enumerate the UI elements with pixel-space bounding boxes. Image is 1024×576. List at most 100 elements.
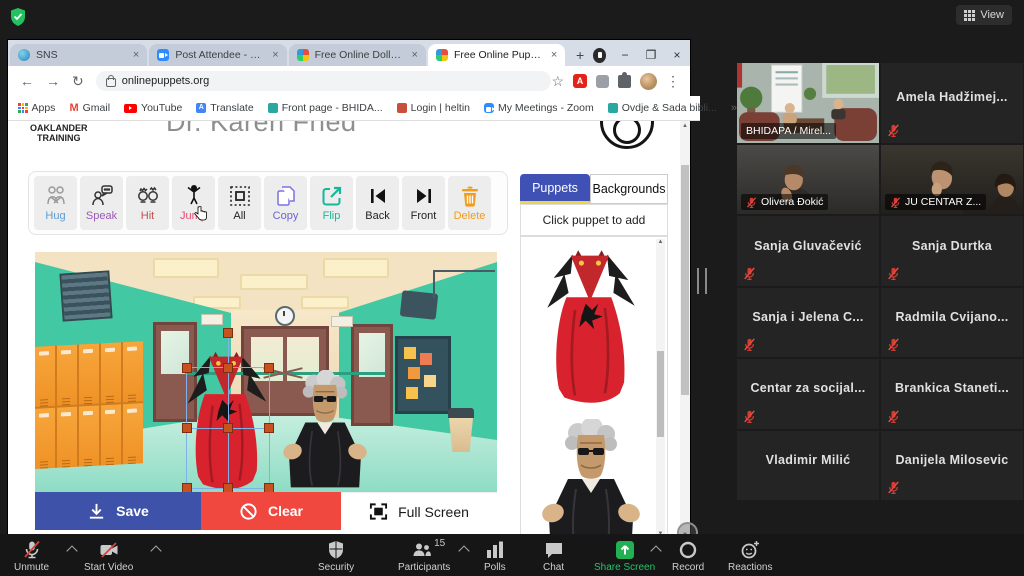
page-title: Dr. Karen Fried	[166, 121, 357, 138]
jump-button[interactable]: Jump	[172, 176, 215, 230]
resize-handle[interactable]	[223, 363, 233, 373]
start-video-button[interactable]: Start Video	[84, 540, 133, 573]
devil-puppet-thumbnail[interactable]	[543, 245, 639, 407]
panel-resize-handle[interactable]	[697, 268, 707, 294]
forward-nav-icon[interactable]: →	[46, 73, 60, 89]
media-control-icon[interactable]	[593, 48, 606, 63]
participant-tile[interactable]: Sanja Durtka	[881, 216, 1023, 285]
delete-button[interactable]: Delete	[448, 176, 491, 230]
audio-options-caret[interactable]	[66, 545, 77, 556]
security-button[interactable]: Security	[318, 540, 354, 573]
participant-tile[interactable]: Vladimir Milić	[737, 431, 879, 500]
puppet-list: ▲ ▼	[520, 236, 668, 540]
participant-tile[interactable]: Sanja i Jelena C...	[737, 288, 879, 357]
resize-handle[interactable]	[264, 483, 274, 492]
bookmark-gmail[interactable]: MGmail	[69, 102, 110, 114]
professor-puppet-thumbnail[interactable]	[535, 419, 647, 540]
scroll-up-icon[interactable]: ▲	[682, 123, 688, 129]
extensions-puzzle-icon[interactable]	[618, 75, 631, 88]
professor-puppet[interactable]	[278, 370, 372, 492]
view-button[interactable]: View	[956, 5, 1012, 25]
extension-icon[interactable]	[596, 75, 609, 88]
bookmark-star-icon[interactable]: ☆	[551, 73, 564, 90]
pdf-extension-icon[interactable]: A	[573, 74, 587, 88]
share-screen-button[interactable]: Share Screen	[594, 540, 655, 573]
participant-tile[interactable]: Olivera Đokić	[737, 145, 879, 214]
puppets-favicon	[436, 49, 448, 61]
bookmark-front-page-bhida[interactable]: Front page - BHIDA...	[268, 102, 383, 114]
participants-options-caret[interactable]	[458, 545, 469, 556]
flip-button[interactable]: Flip	[310, 176, 353, 230]
participant-tile[interactable]: Brankica Staneti...	[881, 359, 1023, 428]
select-all-button[interactable]: All	[218, 176, 261, 230]
front-button[interactable]: Front	[402, 176, 445, 230]
puppet-stage-canvas[interactable]	[35, 252, 497, 492]
fullscreen-button[interactable]: Full Screen	[341, 492, 497, 530]
participant-tile[interactable]: Amela Hadžimej...	[881, 63, 1023, 143]
rotate-handle[interactable]	[223, 328, 233, 338]
participant-tile[interactable]: JU CENTAR Z...	[881, 145, 1023, 214]
unmute-button[interactable]: Unmute	[14, 540, 49, 573]
bookmark-translate[interactable]: ATranslate	[196, 102, 253, 114]
resize-handle[interactable]	[182, 483, 192, 492]
scrollbar-thumb[interactable]	[681, 165, 689, 395]
hit-button[interactable]: Hit	[126, 176, 169, 230]
back-button[interactable]: Back	[356, 176, 399, 230]
puppet-list-scrollbar[interactable]: ▲ ▼	[656, 239, 665, 537]
participants-button[interactable]: 15 Participants	[398, 540, 450, 573]
participants-icon	[412, 540, 432, 560]
tab-free-online-dollhouse[interactable]: Free Online Dollhouse ×	[289, 44, 426, 66]
participant-tile[interactable]: Danijela Milosevic	[881, 431, 1023, 500]
video-options-caret[interactable]	[150, 545, 161, 556]
bookmark-youtube[interactable]: YouTube	[124, 102, 182, 114]
bookmark-apps[interactable]: Apps	[18, 102, 55, 114]
new-tab-button[interactable]: +	[571, 45, 589, 65]
tab-close-icon[interactable]: ×	[551, 49, 557, 61]
close-button[interactable]: ×	[664, 44, 690, 66]
hug-button[interactable]: Hug	[34, 176, 77, 230]
participant-tile[interactable]: Radmila Cvijano...	[881, 288, 1023, 357]
tab-backgrounds[interactable]: Backgrounds	[590, 174, 668, 204]
resize-handle[interactable]	[264, 363, 274, 373]
tab-sns[interactable]: SNS ×	[10, 44, 147, 66]
speak-button[interactable]: Speak	[80, 176, 123, 230]
trash-can	[447, 408, 475, 454]
tab-post-attendee-zoom[interactable]: Post Attendee - Zoom ×	[149, 44, 286, 66]
scroll-up-icon[interactable]: ▲	[658, 239, 664, 245]
participant-tile[interactable]: Centar za socijal...	[737, 359, 879, 428]
sns-favicon	[18, 49, 30, 61]
bookmark-ovdje-sada[interactable]: Ovdje & Sada bibli...	[608, 102, 717, 114]
resize-handle[interactable]	[182, 423, 192, 433]
tab-close-icon[interactable]: ×	[412, 49, 418, 61]
tab-close-icon[interactable]: ×	[133, 49, 139, 61]
record-button[interactable]: Record	[672, 540, 704, 573]
resize-handle[interactable]	[223, 423, 233, 433]
polls-button[interactable]: Polls	[484, 540, 506, 573]
tab-close-icon[interactable]: ×	[272, 49, 278, 61]
page-scrollbar[interactable]: ▲ ▼	[680, 121, 690, 540]
participant-name-label: Olivera Đokić	[741, 194, 828, 210]
minimize-button[interactable]: −	[612, 44, 638, 66]
dollhouse-favicon	[297, 49, 309, 61]
back-nav-icon[interactable]: ←	[20, 73, 34, 89]
reactions-button[interactable]: Reactions	[728, 540, 772, 573]
reload-icon[interactable]: ↻	[72, 73, 84, 90]
bookmark-login-heltin[interactable]: Login | heltin	[397, 102, 470, 114]
profile-avatar[interactable]	[640, 73, 657, 90]
save-button[interactable]: Save	[35, 492, 201, 530]
resize-handle[interactable]	[223, 483, 233, 492]
participant-tile[interactable]: Sanja Gluvačević	[737, 216, 879, 285]
resize-handle[interactable]	[182, 363, 192, 373]
participant-tile[interactable]: BHIDAPA / Mirel...	[737, 63, 879, 143]
url-field[interactable]: onlinepuppets.org	[96, 71, 552, 91]
bookmark-my-meetings-zoom[interactable]: My Meetings - Zoom	[484, 102, 594, 114]
chat-button[interactable]: Chat	[543, 540, 564, 573]
copy-button[interactable]: Copy	[264, 176, 307, 230]
resize-handle[interactable]	[264, 423, 274, 433]
tab-puppets[interactable]: Puppets	[520, 174, 590, 204]
tab-free-online-puppets[interactable]: Free Online Puppets by ×	[428, 44, 565, 66]
clear-button[interactable]: Clear	[201, 492, 341, 530]
scrollbar-thumb[interactable]	[657, 351, 664, 437]
restore-button[interactable]: ❐	[638, 44, 664, 66]
browser-menu-icon[interactable]: ⋮	[666, 73, 680, 90]
